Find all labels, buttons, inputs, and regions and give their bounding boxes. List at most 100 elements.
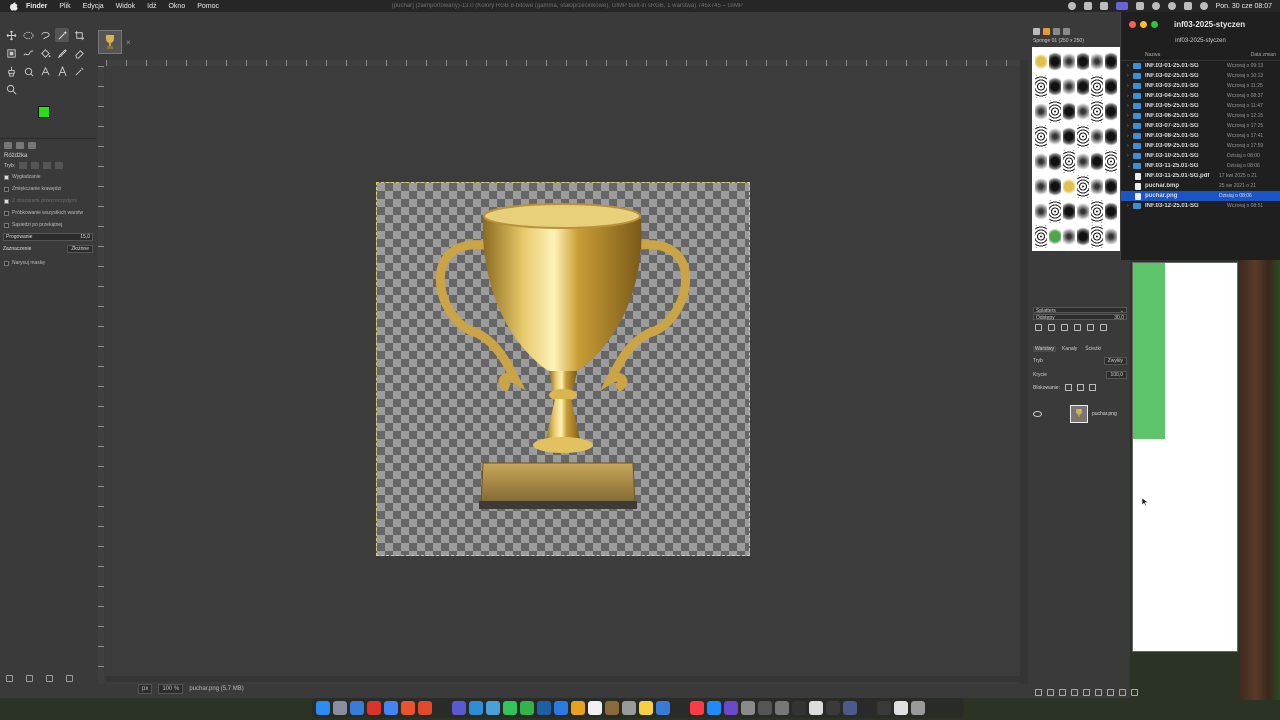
list-item[interactable]: › INF.03-07-25.01-SG Wczoraj o 17:25 xyxy=(1121,121,1280,131)
gimp-app-icon[interactable] xyxy=(775,701,789,715)
menu-app-name[interactable]: Finder xyxy=(26,3,47,10)
mode-subtract-icon[interactable] xyxy=(43,162,52,169)
refresh-brushes-icon[interactable] xyxy=(1087,324,1094,331)
calendar-app-icon[interactable] xyxy=(588,701,602,715)
minimize-window-icon[interactable] xyxy=(1140,20,1147,28)
brush-item[interactable] xyxy=(1035,50,1047,73)
spotlight-icon[interactable] xyxy=(1167,2,1176,10)
checkbox[interactable] xyxy=(4,260,9,266)
brush-item[interactable] xyxy=(1049,50,1061,73)
app-icon[interactable] xyxy=(605,701,619,715)
document-history-tab-icon[interactable] xyxy=(1063,28,1070,35)
image-canvas[interactable] xyxy=(106,66,1020,684)
brush-item[interactable] xyxy=(1091,225,1103,248)
new-layer-group-icon[interactable] xyxy=(1035,689,1042,696)
column-name[interactable]: Nazwa xyxy=(1145,52,1160,58)
tab-layers[interactable]: Warstwy xyxy=(1033,346,1056,352)
lock-alpha-icon[interactable] xyxy=(1088,384,1096,391)
battery-icon[interactable] xyxy=(1083,2,1092,10)
app-icon[interactable] xyxy=(826,701,840,715)
notes-app-icon[interactable] xyxy=(639,701,653,715)
brushes-tab-icon[interactable] xyxy=(1033,28,1040,35)
layer-name[interactable]: puchar.png xyxy=(1092,411,1117,417)
brush-item[interactable] xyxy=(1105,200,1117,223)
mask-layer-icon[interactable] xyxy=(1119,689,1126,696)
brush-item[interactable] xyxy=(1063,50,1075,73)
option-draw-mask[interactable]: Narysuj maskę xyxy=(0,257,96,269)
unified-transform-icon[interactable] xyxy=(4,46,18,60)
app-icon[interactable] xyxy=(554,701,568,715)
brush-item[interactable] xyxy=(1035,125,1047,148)
brush-item[interactable] xyxy=(1049,100,1061,123)
brush-item[interactable] xyxy=(1105,50,1117,73)
lower-layer-icon[interactable] xyxy=(1071,689,1078,696)
brush-item[interactable] xyxy=(1035,75,1047,98)
tab-channels[interactable]: Kanały xyxy=(1060,346,1079,352)
paths-icon[interactable] xyxy=(38,64,52,78)
control-center-icon[interactable] xyxy=(1183,2,1192,10)
list-item[interactable]: › INF.03-01-25.01-SG Wczoraj o 09:13 xyxy=(1121,61,1280,71)
appstore-app-icon[interactable] xyxy=(707,701,721,715)
apple-icon[interactable] xyxy=(8,1,18,11)
delete-layer-icon[interactable] xyxy=(1131,689,1138,696)
brush-item[interactable] xyxy=(1105,150,1117,173)
foreground-color[interactable] xyxy=(38,106,50,118)
brush-item[interactable] xyxy=(1077,150,1089,173)
menu-help[interactable]: Pomoc xyxy=(197,3,219,10)
document-icon[interactable] xyxy=(894,701,908,715)
list-item[interactable]: › INF.03-03-25.01-SG Wczoraj o 11:25 xyxy=(1121,81,1280,91)
app-icon[interactable] xyxy=(792,701,806,715)
list-item[interactable]: › INF.03-09-25.01-SG Wczoraj o 17:59 xyxy=(1121,141,1280,151)
appletv-app-icon[interactable] xyxy=(673,701,687,715)
music-app-icon[interactable] xyxy=(690,701,704,715)
new-layer-icon[interactable] xyxy=(1047,689,1054,696)
menu-window[interactable]: Okno xyxy=(168,3,185,10)
clock[interactable]: Pon. 30 cze 08:07 xyxy=(1216,3,1272,10)
music-app-icon[interactable] xyxy=(435,701,449,715)
menu-file[interactable]: Plik xyxy=(59,3,70,10)
lasso-icon[interactable] xyxy=(38,28,52,42)
opacity-row[interactable]: Krycie 100,0 xyxy=(1030,368,1130,382)
option-antialiasing[interactable]: Wygładzanie xyxy=(0,171,96,183)
brush-item[interactable] xyxy=(1105,225,1117,248)
brush-item[interactable] xyxy=(1105,75,1117,98)
merge-layer-icon[interactable] xyxy=(1107,689,1114,696)
option-diagonal-neighbors[interactable]: Sąsiedzi po przekątnej xyxy=(0,219,96,231)
brush-item[interactable] xyxy=(1063,75,1075,98)
firefox-app-icon[interactable] xyxy=(401,701,415,715)
extension-icon[interactable] xyxy=(1099,2,1108,10)
brush-item[interactable] xyxy=(1049,200,1061,223)
lock-position-icon[interactable] xyxy=(1076,384,1084,391)
brush-item[interactable] xyxy=(1035,100,1047,123)
option-sample-merged[interactable]: Próbkowanie wszystkich warstw xyxy=(0,207,96,219)
brush-item[interactable] xyxy=(1063,175,1075,198)
app-icon[interactable] xyxy=(724,701,738,715)
app-icon[interactable] xyxy=(843,701,857,715)
brush-item[interactable] xyxy=(1063,200,1075,223)
ellipse-select-icon[interactable] xyxy=(21,28,35,42)
warp-transform-icon[interactable] xyxy=(21,46,35,60)
vertical-ruler[interactable] xyxy=(98,66,104,684)
brush-item[interactable] xyxy=(1063,150,1075,173)
trash-icon[interactable] xyxy=(911,701,925,715)
brave-app-icon[interactable] xyxy=(418,701,432,715)
app-icon[interactable] xyxy=(877,701,891,715)
brush-item[interactable] xyxy=(1049,175,1061,198)
brush-item[interactable] xyxy=(1091,200,1103,223)
duplicate-layer-icon[interactable] xyxy=(1083,689,1090,696)
app-icon[interactable] xyxy=(758,701,772,715)
threshold-slider[interactable]: Progowanie 15,0 xyxy=(3,233,93,241)
image-layer-transparent[interactable] xyxy=(376,182,750,556)
brush-item[interactable] xyxy=(1077,175,1089,198)
tab-paths[interactable]: Ścieżki xyxy=(1083,346,1103,352)
paintbrush-icon[interactable] xyxy=(55,46,69,60)
brush-item[interactable] xyxy=(1049,125,1061,148)
brushes-grid[interactable] xyxy=(1032,47,1120,251)
eraser-icon[interactable] xyxy=(72,46,86,60)
brush-item[interactable] xyxy=(1091,125,1103,148)
option-feather-edges[interactable]: Zmiękczanie krawędzi xyxy=(0,183,96,195)
terminal-app-icon[interactable] xyxy=(537,701,551,715)
open-brush-as-image-icon[interactable] xyxy=(1100,324,1107,331)
brush-item[interactable] xyxy=(1063,125,1075,148)
eye-icon[interactable] xyxy=(1033,411,1042,417)
